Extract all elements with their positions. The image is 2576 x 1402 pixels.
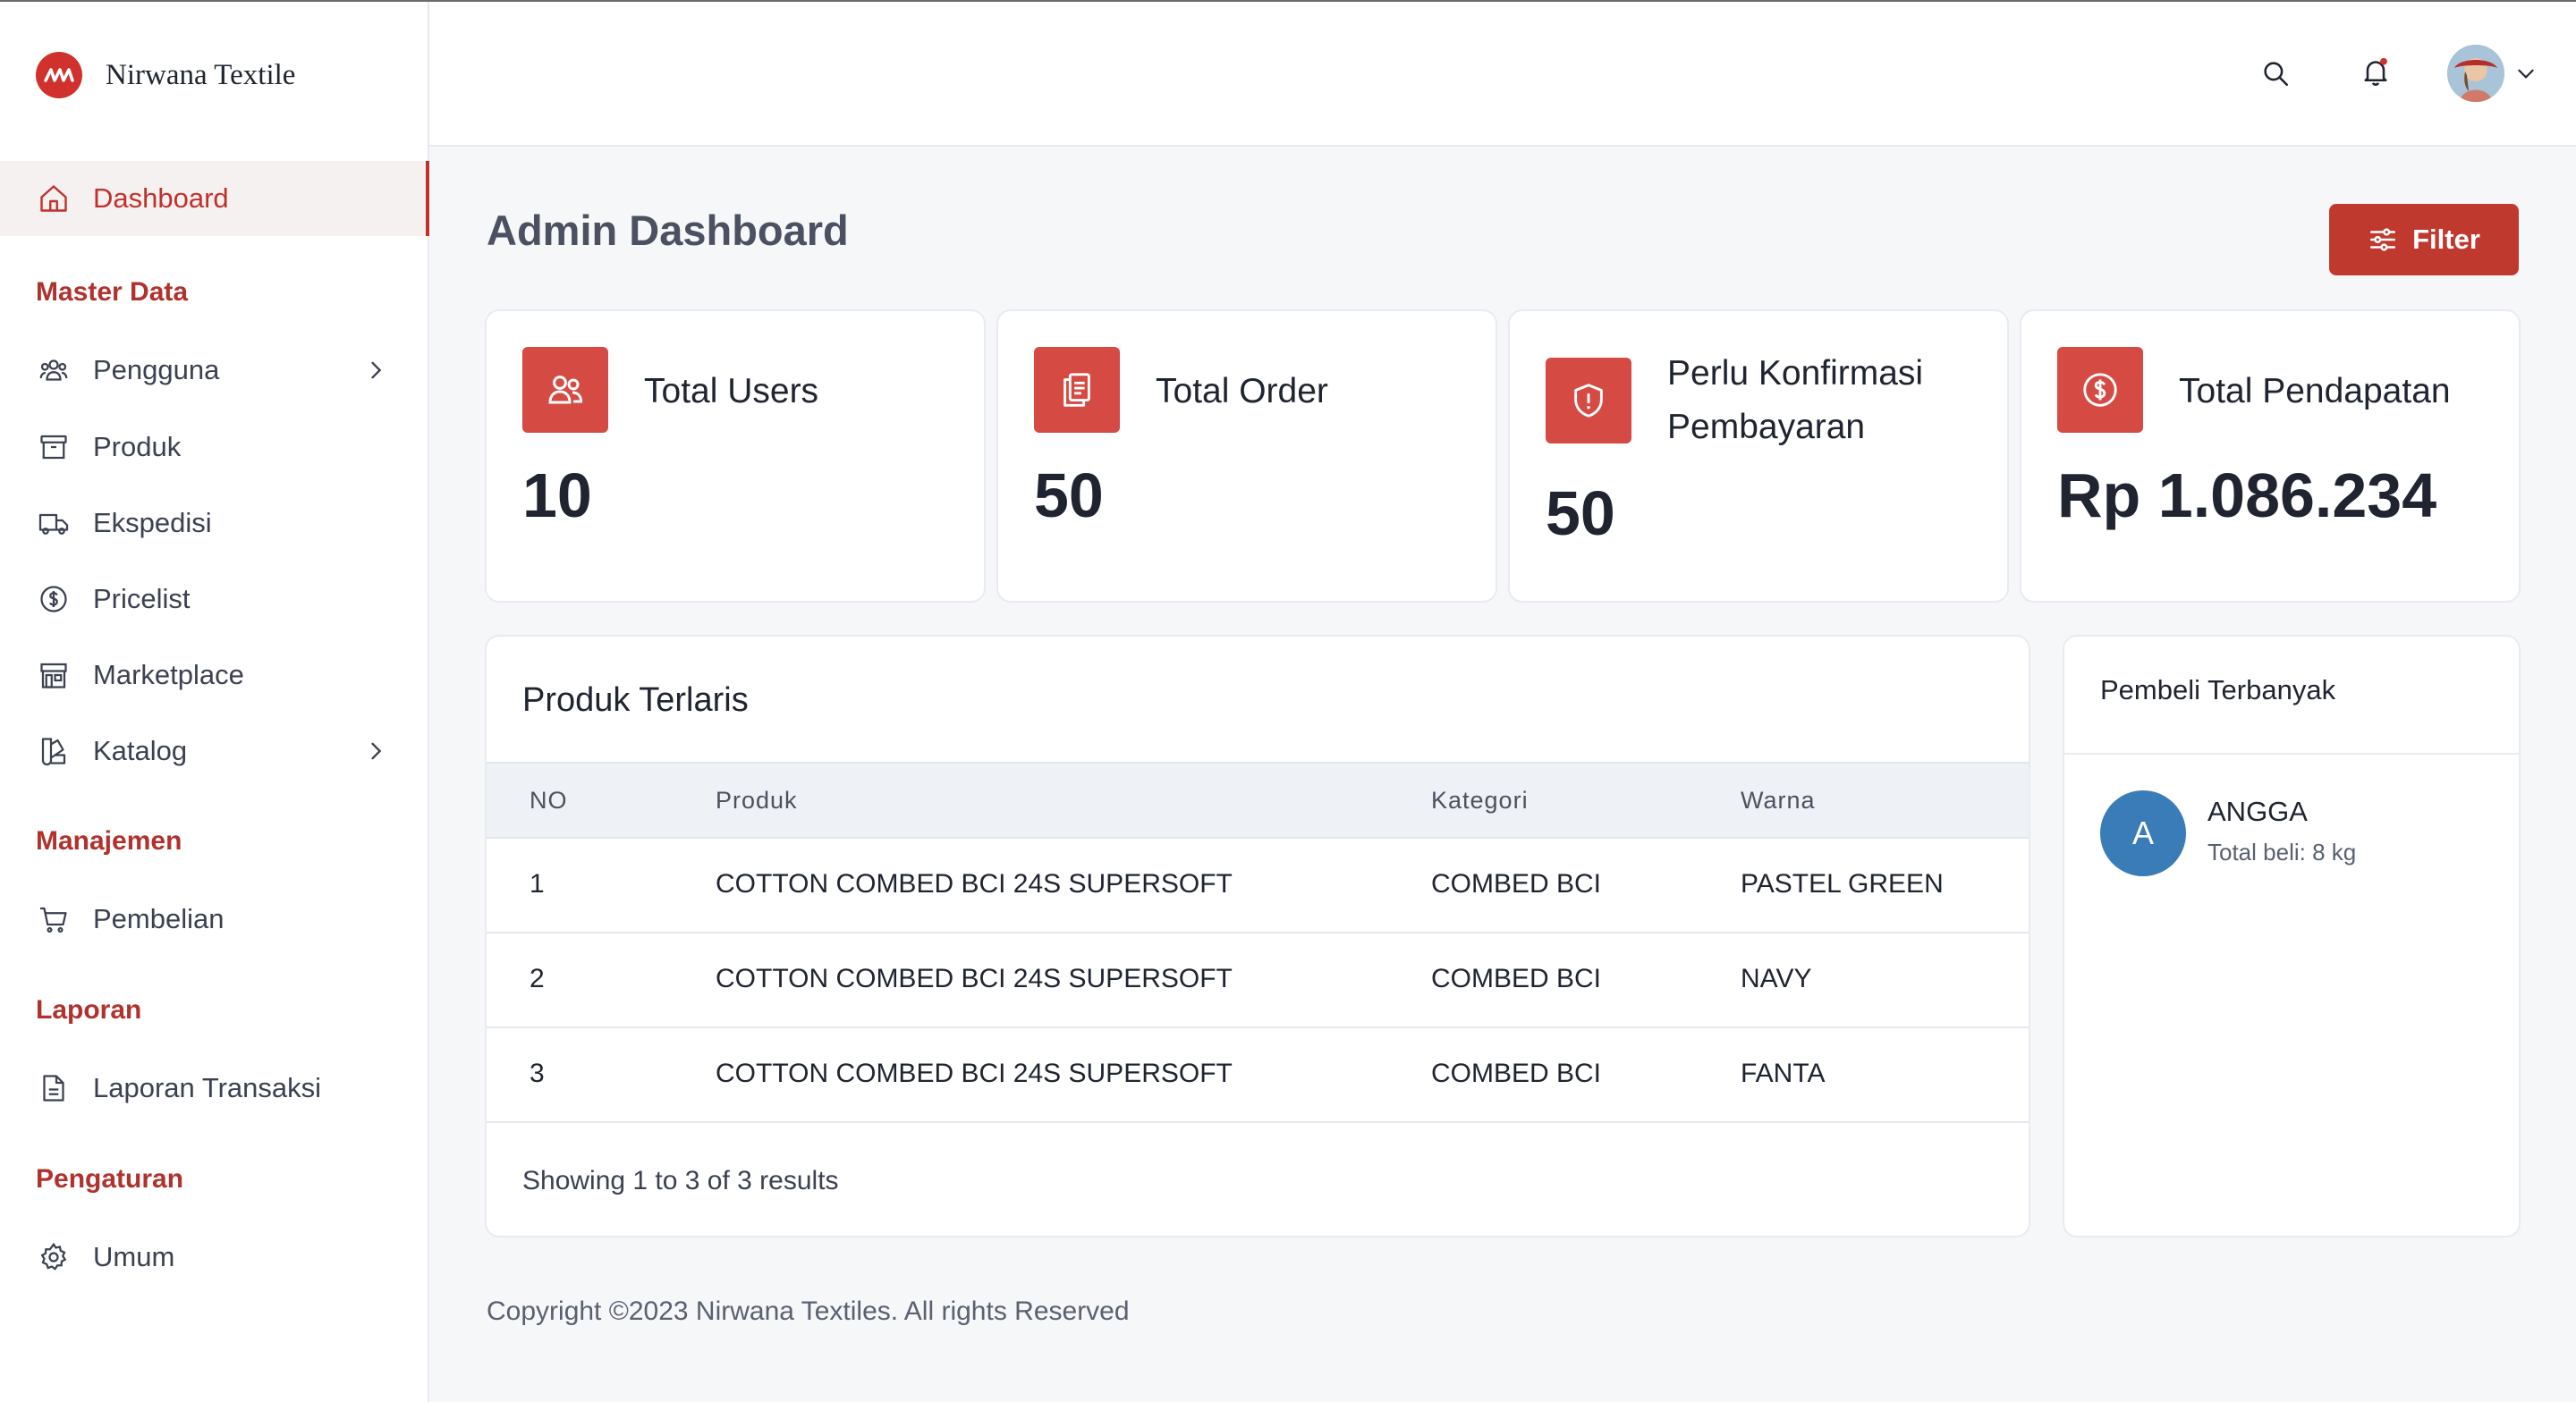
sidebar-item-marketplace[interactable]: Marketplace — [0, 638, 428, 713]
divider — [2064, 753, 2519, 755]
avatar[interactable] — [2447, 45, 2504, 102]
chevron-right-icon — [371, 361, 382, 379]
chevron-right-icon — [371, 742, 382, 760]
bell-icon[interactable] — [2354, 50, 2397, 93]
users-icon — [36, 352, 72, 388]
cell-no: 1 — [530, 869, 545, 899]
sidebar-item-label: Dashboard — [93, 182, 229, 214]
stat-card-total-users: Total Users 10 — [485, 309, 986, 603]
cell-kategori: COMBED BCI — [1431, 964, 1602, 993]
sidebar-item-laporan-transaksi[interactable]: Laporan Transaksi — [0, 1051, 428, 1126]
section-title: Pembeli Terbanyak — [2100, 674, 2336, 705]
pembeli-terbanyak-card: Pembeli Terbanyak A ANGGA Total beli: 8 … — [2063, 635, 2521, 1237]
archive-box-icon — [36, 429, 72, 465]
buyer-avatar: A — [2100, 790, 2186, 876]
search-icon[interactable] — [2254, 52, 2297, 95]
table-header: NO Produk Kategori Warna — [487, 762, 2029, 839]
brand-name: Nirwana Textile — [106, 58, 296, 91]
sidebar-item-umum[interactable]: Umum — [0, 1220, 428, 1295]
stat-card-total-order: Total Order 50 — [996, 309, 1497, 603]
stat-value: 50 — [1546, 478, 1615, 548]
cell-kategori: COMBED BCI — [1431, 1059, 1602, 1088]
users-icon — [522, 347, 608, 433]
cell-produk: COTTON COMBED BCI 24S SUPERSOFT — [716, 1059, 1233, 1088]
section-title: Produk Terlaris — [522, 681, 749, 719]
table-row: 3 COTTON COMBED BCI 24S SUPERSOFT COMBED… — [487, 1028, 2029, 1123]
stat-card-perlu-konfirmasi: Perlu Konfirmasi Pembayaran 50 — [1508, 309, 2009, 603]
dollar-circle-icon — [2057, 347, 2143, 433]
stat-label-line2: Pembayaran — [1667, 408, 1866, 446]
stat-value: 50 — [1034, 460, 1104, 530]
stat-label: Total Order — [1156, 372, 1328, 410]
sidebar-item-ekspedisi[interactable]: Ekspedisi — [0, 486, 428, 561]
brand[interactable]: Nirwana Textile — [36, 50, 295, 100]
shopping-cart-icon — [36, 901, 72, 937]
storefront-icon — [36, 657, 72, 693]
sidebar-item-pembelian[interactable]: Pembelian — [0, 882, 428, 957]
clipboard-icon — [1034, 347, 1120, 433]
document-icon — [36, 1070, 72, 1106]
footer-copyright: Copyright ©2023 Nirwana Textiles. All ri… — [487, 1296, 1130, 1326]
cell-produk: COTTON COMBED BCI 24S SUPERSOFT — [716, 869, 1233, 899]
gear-icon — [36, 1239, 72, 1275]
sidebar-item-label: Produk — [93, 431, 182, 462]
column-header-kategori: Kategori — [1431, 787, 1529, 814]
sidebar: Nirwana Textile Dashboard Master Data Pe… — [0, 2, 429, 1402]
cell-warna: FANTA — [1741, 1059, 1826, 1088]
sidebar-item-pengguna[interactable]: Pengguna — [0, 333, 428, 408]
sidebar-item-label: Marketplace — [93, 659, 244, 690]
wave-logo-icon — [36, 52, 82, 98]
stat-value: 10 — [522, 460, 592, 530]
sidebar-item-label: Laporan Transaksi — [93, 1072, 322, 1103]
swatch-icon — [36, 733, 72, 769]
sidebar-item-produk[interactable]: Produk — [0, 410, 428, 485]
column-header-warna: Warna — [1741, 787, 1816, 814]
buyer-total: Total beli: 8 kg — [2207, 839, 2357, 866]
cell-kategori: COMBED BCI — [1431, 869, 1602, 899]
filter-button[interactable]: Filter — [2329, 204, 2519, 275]
cell-no: 3 — [530, 1059, 545, 1088]
page-title: Admin Dashboard — [487, 207, 849, 254]
sidebar-item-dashboard[interactable]: Dashboard — [0, 161, 429, 236]
section-laporan: Laporan — [36, 995, 142, 1025]
sidebar-item-label: Ekspedisi — [93, 507, 212, 538]
section-pengaturan: Pengaturan — [36, 1164, 184, 1194]
sidebar-item-katalog[interactable]: Katalog — [0, 714, 428, 789]
pagination-summary: Showing 1 to 3 of 3 results — [522, 1166, 839, 1195]
stat-label: Total Users — [644, 372, 819, 410]
sidebar-item-label: Pricelist — [93, 583, 191, 614]
shield-icon — [1546, 358, 1631, 443]
stat-label: Total Pendapatan — [2179, 372, 2451, 410]
truck-icon — [36, 505, 72, 541]
filter-label: Filter — [2412, 224, 2480, 255]
table-row: 1 COTTON COMBED BCI 24S SUPERSOFT COMBED… — [487, 839, 2029, 933]
sidebar-item-label: Umum — [93, 1241, 175, 1272]
column-header-no: NO — [530, 787, 568, 814]
cell-warna: PASTEL GREEN — [1741, 869, 1944, 899]
dollar-circle-icon — [36, 581, 72, 617]
cell-no: 2 — [530, 964, 545, 993]
sidebar-item-label: Katalog — [93, 735, 188, 766]
stat-label-line1: Perlu Konfirmasi — [1667, 354, 1924, 393]
produk-terlaris-card: Produk Terlaris NO Produk Kategori Warna… — [485, 635, 2030, 1237]
sidebar-item-label: Pembelian — [93, 903, 225, 934]
sliders-icon — [2370, 228, 2396, 251]
section-manajemen: Manajemen — [36, 826, 182, 856]
stat-value: Rp 1.086.234 — [2057, 460, 2437, 530]
section-master-data: Master Data — [36, 277, 189, 307]
table-row: 2 COTTON COMBED BCI 24S SUPERSOFT COMBED… — [487, 933, 2029, 1028]
stat-card-total-pendapatan: Total Pendapatan Rp 1.086.234 — [2020, 309, 2521, 603]
cell-produk: COTTON COMBED BCI 24S SUPERSOFT — [716, 964, 1233, 993]
chevron-down-icon[interactable] — [2512, 52, 2540, 95]
sidebar-item-pricelist[interactable]: Pricelist — [0, 562, 428, 637]
sidebar-item-label: Pengguna — [93, 354, 220, 385]
cell-warna: NAVY — [1741, 964, 1812, 993]
stat-label: Perlu Konfirmasi Pembayaran — [1667, 347, 1923, 454]
home-icon — [36, 181, 72, 216]
buyer-name: ANGGA — [2207, 796, 2308, 827]
column-header-produk: Produk — [716, 787, 798, 814]
